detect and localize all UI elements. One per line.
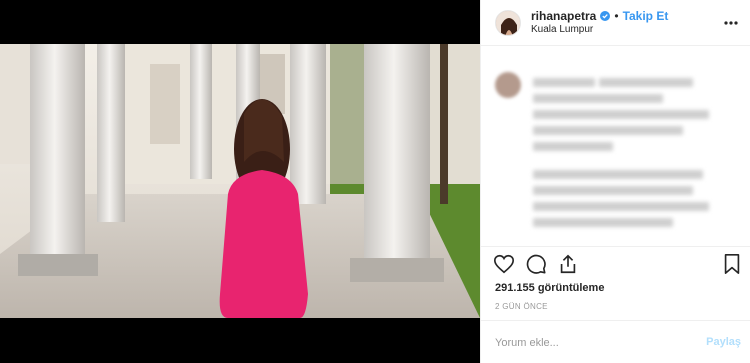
post-actions: 291.155 görüntüleme 2 GÜN ÖNCE	[481, 246, 750, 320]
post-timestamp[interactable]: 2 GÜN ÖNCE	[495, 302, 548, 311]
blurred-text	[533, 78, 595, 87]
instagram-post: rihanapetra • Takip Et Kuala Lumpur 291.…	[0, 0, 750, 363]
blurred-text	[533, 126, 683, 135]
follow-button[interactable]: Takip Et	[623, 9, 669, 23]
bookmark-icon[interactable]	[721, 253, 743, 275]
post-comment-button[interactable]: Paylaş	[706, 336, 741, 348]
blurred-text	[533, 202, 709, 211]
views-count[interactable]: 291.155 görüntüleme	[495, 282, 604, 294]
comment-form: Paylaş	[481, 320, 750, 363]
header-row: rihanapetra • Takip Et	[531, 9, 668, 23]
username-link[interactable]: rihanapetra	[531, 9, 596, 23]
comment-icon[interactable]	[525, 253, 547, 275]
video-frame-image	[0, 44, 480, 318]
header-text: rihanapetra • Takip Et Kuala Lumpur	[531, 9, 668, 37]
caption-avatar-blurred	[495, 72, 521, 98]
blurred-text	[599, 78, 693, 87]
blurred-text	[533, 142, 613, 151]
blurred-text	[533, 94, 663, 103]
comment-input[interactable]	[495, 333, 685, 353]
post-header: rihanapetra • Takip Et Kuala Lumpur	[481, 0, 750, 46]
location-link[interactable]: Kuala Lumpur	[531, 23, 668, 37]
header-separator: •	[614, 8, 619, 23]
blurred-text	[533, 110, 709, 119]
post-video[interactable]	[0, 44, 480, 318]
share-icon[interactable]	[557, 253, 579, 275]
post-media	[0, 0, 480, 363]
post-sidebar: rihanapetra • Takip Et Kuala Lumpur 291.…	[480, 0, 750, 363]
heart-icon[interactable]	[493, 253, 515, 275]
blurred-text	[533, 170, 703, 179]
blurred-text	[533, 186, 693, 195]
avatar-image	[496, 10, 520, 35]
avatar[interactable]	[495, 9, 521, 36]
blurred-text	[533, 218, 673, 227]
more-options-icon[interactable]	[723, 16, 739, 30]
caption-area-blurred	[481, 58, 750, 246]
verified-badge-icon	[600, 10, 611, 21]
